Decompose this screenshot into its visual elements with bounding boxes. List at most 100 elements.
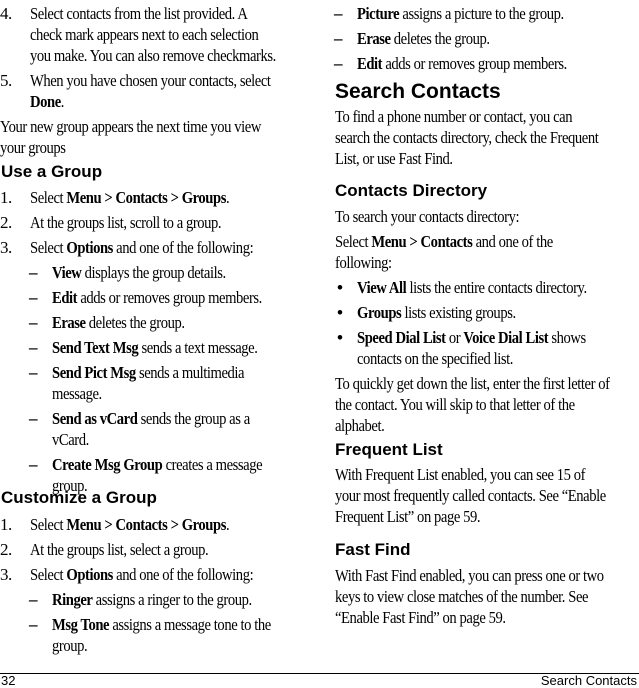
dash-bullet-icon: – bbox=[334, 54, 343, 73]
heading-search-contacts: Search Contacts bbox=[335, 80, 501, 103]
punctuation: . bbox=[225, 515, 230, 534]
step-text: and one of the following: bbox=[112, 565, 254, 584]
option-term: Picture bbox=[357, 4, 400, 23]
option-desc: adds or removes group members. bbox=[77, 288, 262, 307]
paragraph-text: following: bbox=[335, 253, 392, 272]
customize-group-steps: 1. Select Menu > Contacts > Groups. 2. A… bbox=[0, 514, 320, 656]
bullet-icon: • bbox=[337, 278, 343, 297]
heading-customize-a-group: Customize a Group bbox=[1, 488, 157, 507]
option-desc: sends the group as a bbox=[137, 409, 251, 428]
footer-section-title: Search Contacts bbox=[540, 673, 637, 688]
option-term: Ringer bbox=[52, 590, 93, 609]
option-desc: or bbox=[445, 328, 464, 347]
step-number: 4. bbox=[0, 4, 12, 23]
note-line: Your new group appears the next time you… bbox=[0, 117, 261, 136]
directory-intro: To search your contacts directory: bbox=[335, 206, 639, 227]
paragraph-line: List, or use Fast Find. bbox=[335, 149, 453, 168]
dash-bullet-icon: – bbox=[29, 615, 38, 634]
dash-bullet-icon: – bbox=[29, 590, 38, 609]
bullet-icon: • bbox=[337, 303, 343, 322]
step-text: Select bbox=[30, 565, 67, 584]
use-group-step-2: 2. At the groups list, scroll to a group… bbox=[0, 212, 320, 233]
paragraph-line: To find a phone number or contact, you c… bbox=[335, 107, 573, 126]
option-desc: shows bbox=[548, 328, 586, 347]
option-term: Speed Dial List bbox=[357, 328, 446, 347]
bullet-groups: • Groups lists existing groups. bbox=[335, 302, 639, 323]
option-term: Voice Dial List bbox=[463, 328, 549, 347]
option-ringer: – Ringer assigns a ringer to the group. bbox=[0, 589, 320, 610]
step-text: Select bbox=[30, 515, 67, 534]
option-desc: lists existing groups. bbox=[401, 303, 517, 322]
option-send-text-msg: – Send Text Msg sends a text message. bbox=[0, 337, 320, 358]
paragraph-line: To quickly get down the list, enter the … bbox=[335, 374, 610, 393]
page-number: 32 bbox=[1, 673, 16, 688]
option-edit: – Edit adds or removes group members. bbox=[0, 287, 320, 308]
ui-term-options: Options bbox=[66, 565, 113, 584]
option-desc: sends a multimedia bbox=[135, 363, 245, 382]
use-group-steps: 1. Select Menu > Contacts > Groups. 2. A… bbox=[0, 187, 320, 496]
step-number: 3. bbox=[0, 565, 12, 584]
step-4: 4. Select contacts from the list provide… bbox=[0, 3, 320, 66]
option-desc: displays the group details. bbox=[81, 263, 226, 282]
paragraph-line: search the contacts directory, check the… bbox=[335, 128, 599, 147]
option-view: – View displays the group details. bbox=[0, 262, 320, 283]
option-desc: assigns a ringer to the group. bbox=[92, 590, 252, 609]
step-text: At the groups list, select a group. bbox=[30, 540, 209, 559]
step-number: 5. bbox=[0, 71, 12, 90]
paragraph-line: alphabet. bbox=[335, 416, 385, 435]
option-desc: group. bbox=[52, 636, 88, 655]
fast-find-body: With Fast Find enabled, you can press on… bbox=[335, 565, 639, 628]
option-send-pict-msg: – Send Pict Msg sends a multimedia messa… bbox=[0, 362, 320, 404]
option-term: Erase bbox=[357, 29, 391, 48]
dash-bullet-icon: – bbox=[29, 288, 38, 307]
step-text: Select bbox=[30, 188, 67, 207]
option-term: Send Text Msg bbox=[52, 338, 139, 357]
paragraph-line: your most frequently called contacts. Se… bbox=[335, 486, 606, 505]
option-erase: – Erase deletes the group. bbox=[0, 312, 320, 333]
continued-options: – Picture assigns a picture to the group… bbox=[305, 3, 635, 74]
step-number: 2. bbox=[0, 540, 12, 559]
option-desc: message. bbox=[52, 384, 102, 403]
heading-use-a-group: Use a Group bbox=[1, 162, 103, 181]
step-text: Select bbox=[30, 238, 67, 257]
option-desc: assigns a message tone to the bbox=[109, 615, 271, 634]
bullet-icon: • bbox=[337, 328, 343, 347]
option-desc: lists the entire contacts directory. bbox=[406, 278, 587, 297]
dash-bullet-icon: – bbox=[29, 363, 38, 382]
heading-fast-find: Fast Find bbox=[335, 540, 411, 559]
directory-tip: To quickly get down the list, enter the … bbox=[335, 373, 639, 436]
intro-steps: 4. Select contacts from the list provide… bbox=[0, 3, 320, 158]
option-term: Send Pict Msg bbox=[52, 363, 136, 382]
option-erase: – Erase deletes the group. bbox=[305, 28, 635, 49]
dash-bullet-icon: – bbox=[29, 263, 38, 282]
customize-step-1: 1. Select Menu > Contacts > Groups. bbox=[0, 514, 320, 535]
step-text: and one of the following: bbox=[112, 238, 254, 257]
option-term: Edit bbox=[52, 288, 78, 307]
option-term: View All bbox=[357, 278, 407, 297]
step-text-line: When you have chosen your contacts, sele… bbox=[30, 71, 271, 90]
frequent-list-body: With Frequent List enabled, you can see … bbox=[335, 464, 639, 527]
option-term: Send as vCard bbox=[52, 409, 138, 428]
paragraph-line: keys to view close matches of the number… bbox=[335, 587, 589, 606]
option-desc: creates a message bbox=[162, 455, 263, 474]
menu-path: Menu > Contacts > Groups bbox=[66, 515, 226, 534]
paragraph-line: With Frequent List enabled, you can see … bbox=[335, 465, 586, 484]
dash-bullet-icon: – bbox=[29, 313, 38, 332]
dash-bullet-icon: – bbox=[334, 29, 343, 48]
option-term: Msg Tone bbox=[52, 615, 110, 634]
step-5: 5. When you have chosen your contacts, s… bbox=[0, 70, 320, 112]
punctuation: . bbox=[225, 188, 230, 207]
option-desc: deletes the group. bbox=[390, 29, 490, 48]
step-text-line: check mark appears next to each selectio… bbox=[30, 25, 259, 44]
dash-bullet-icon: – bbox=[29, 338, 38, 357]
option-desc: vCard. bbox=[52, 430, 89, 449]
use-group-step-3: 3. Select Options and one of the followi… bbox=[0, 237, 320, 258]
option-desc: assigns a picture to the group. bbox=[399, 4, 564, 23]
option-picture: – Picture assigns a picture to the group… bbox=[305, 3, 635, 24]
menu-path: Menu > Contacts > Groups bbox=[66, 188, 226, 207]
ui-term-options: Options bbox=[66, 238, 113, 257]
step-text-line: Select contacts from the list provided. … bbox=[30, 4, 248, 23]
option-term: Erase bbox=[52, 313, 86, 332]
intro-note: Your new group appears the next time you… bbox=[0, 116, 320, 158]
option-term: View bbox=[52, 263, 82, 282]
